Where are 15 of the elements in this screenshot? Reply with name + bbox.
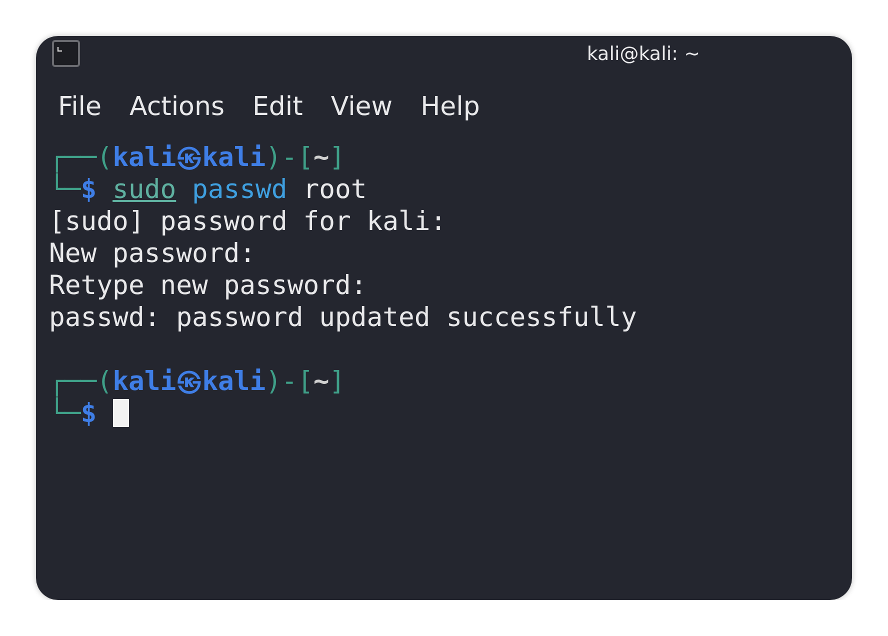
terminal-icon [52,40,80,67]
menu-item[interactable]: Help [420,90,480,124]
menu-item[interactable]: Actions [130,90,224,124]
output-line: passwd: password updated successfully [49,302,637,333]
menu-item[interactable]: File [58,90,102,124]
command-line: └─$ [49,398,97,429]
window-title: kali@kali: ~ [586,42,700,67]
output-line: [sudo] password for kali: [49,206,446,237]
command-line: └─$ sudo passwd root [49,174,367,205]
menu-item[interactable]: Edit [252,90,303,124]
output-line: Retype new password: [49,270,367,301]
prompt-header: ┌──(kali㉿kali)-[~] [49,142,346,173]
menu-item[interactable]: View [330,90,393,124]
prompt-header: ┌──(kali㉿kali)-[~] [49,366,346,397]
output-line: New password: [49,238,256,269]
